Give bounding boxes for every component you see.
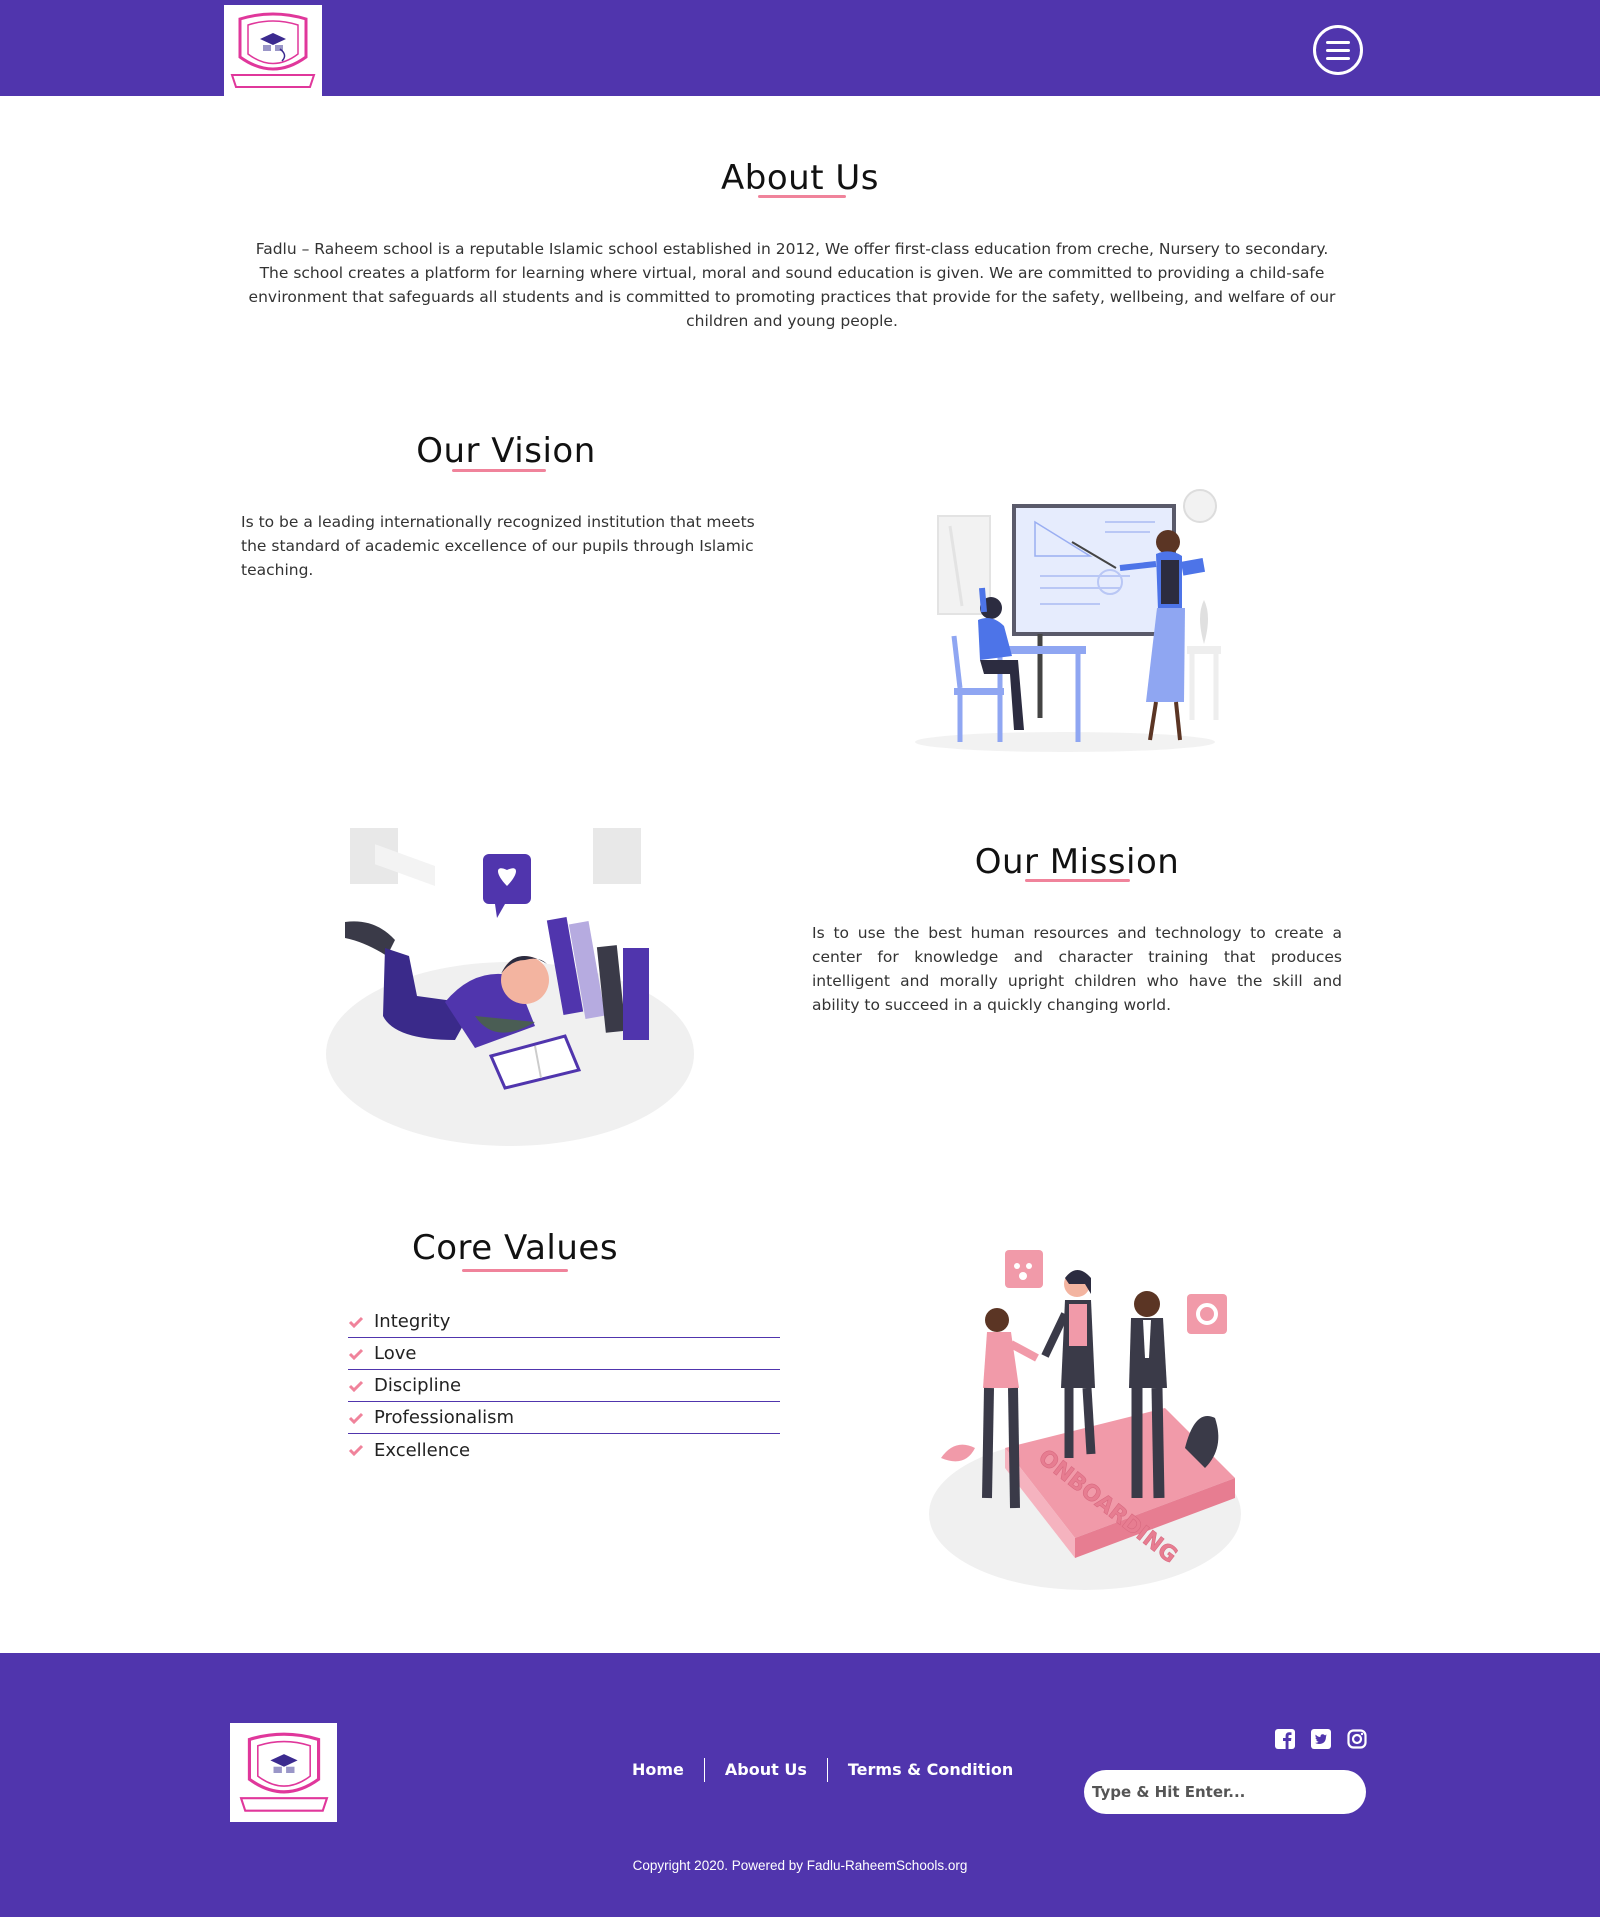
boy-reading-illustration (326, 828, 694, 1146)
footer-nav-about[interactable]: About Us (705, 1758, 828, 1782)
about-text: Fadlu – Raheem school is a reputable Isl… (248, 240, 1336, 330)
title-underline (462, 1269, 568, 1272)
core-value-label: Professionalism (374, 1407, 515, 1428)
instagram-icon[interactable] (1347, 1729, 1367, 1749)
list-item: Integrity (348, 1306, 780, 1338)
title-underline (758, 195, 846, 198)
school-crest-icon (239, 1732, 328, 1812)
mission-text: Is to use the best human resources and t… (812, 924, 1342, 1014)
mission-title: Our Mission (974, 842, 1180, 882)
menu-bar (1326, 48, 1350, 52)
core-value-label: Love (374, 1343, 417, 1364)
footer-nav-home[interactable]: Home (612, 1758, 705, 1782)
list-item: Professionalism (348, 1402, 780, 1434)
site-footer: Home About Us Terms & Condition Copyrigh… (0, 1653, 1600, 1917)
check-icon (348, 1412, 364, 1424)
check-icon (348, 1316, 364, 1328)
menu-bar (1326, 40, 1350, 44)
copyright-text: Copyright 2020. Powered by Fadlu-RaheemS… (632, 1858, 968, 1873)
check-icon (348, 1348, 364, 1360)
vision-text: Is to be a leading internationally recog… (241, 513, 755, 579)
core-value-label: Excellence (374, 1439, 471, 1461)
footer-search-input[interactable] (1084, 1770, 1366, 1814)
list-item: Discipline (348, 1370, 780, 1402)
vision-title: Our Vision (416, 431, 596, 471)
list-item: Love (348, 1338, 780, 1370)
social-links (1275, 1729, 1367, 1749)
list-item: Excellence (348, 1434, 780, 1466)
core-values-title: Core Values (411, 1228, 619, 1268)
menu-bar (1326, 56, 1350, 60)
footer-logo[interactable] (230, 1723, 337, 1822)
facebook-icon[interactable] (1275, 1729, 1295, 1749)
teacher-classroom-illustration (915, 489, 1221, 752)
site-header (0, 0, 1600, 96)
core-value-label: Discipline (374, 1375, 462, 1396)
school-crest-icon (230, 12, 316, 88)
core-value-label: Integrity (374, 1311, 451, 1332)
title-underline (452, 469, 546, 472)
school-logo[interactable] (224, 5, 322, 96)
core-values-list: Integrity Love Discipline Professionalis… (348, 1306, 780, 1466)
onboarding-illustration: ONBOARDING (929, 1250, 1241, 1590)
hamburger-menu-icon[interactable] (1313, 25, 1363, 75)
footer-nav: Home About Us Terms & Condition (612, 1758, 1033, 1782)
check-icon (348, 1380, 364, 1392)
footer-nav-terms[interactable]: Terms & Condition (828, 1758, 1033, 1782)
twitter-icon[interactable] (1311, 1729, 1331, 1749)
check-icon (348, 1444, 364, 1456)
title-underline (1025, 879, 1130, 882)
about-title: About Us (721, 158, 879, 198)
